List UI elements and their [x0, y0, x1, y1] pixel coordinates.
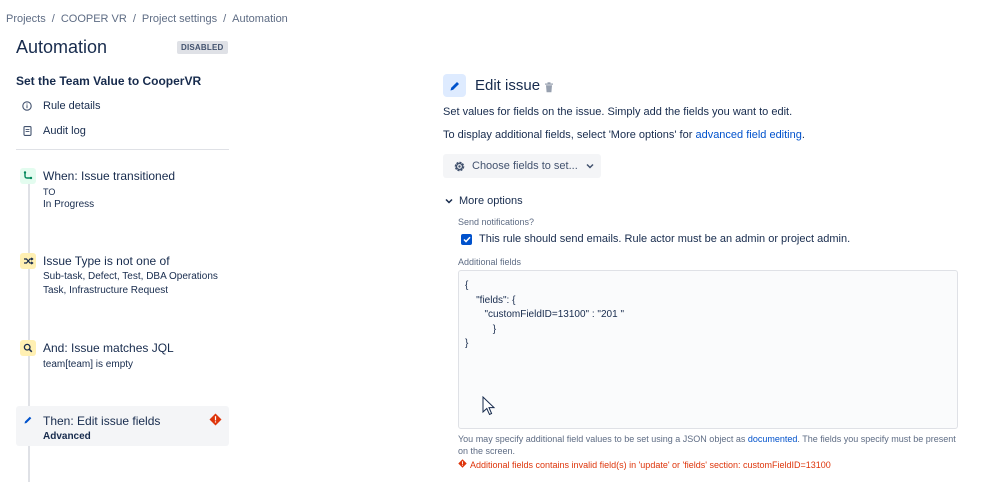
pencil-icon	[20, 412, 36, 428]
documented-link[interactable]: documented	[748, 434, 798, 444]
breadcrumb-project[interactable]: COOPER VR	[61, 13, 127, 25]
status-badge: DISABLED	[177, 41, 228, 54]
step-title: Then: Edit issue fields	[43, 414, 161, 428]
sidebar-item-label: Audit log	[43, 125, 86, 137]
advanced-field-editing-link[interactable]: advanced field editing	[695, 129, 801, 141]
send-notifications-label: Send notifications?	[458, 217, 535, 227]
step-action-edit-issue[interactable]: Then: Edit issue fields Advanced	[16, 406, 229, 446]
hint-text: To display additional fields, select 'Mo…	[443, 129, 696, 141]
gear-icon	[453, 160, 466, 173]
mouse-cursor-icon	[482, 395, 496, 421]
trash-icon[interactable]	[544, 80, 554, 93]
additional-fields-error: Additional fields contains invalid field…	[458, 459, 831, 470]
step-trigger[interactable]: When: Issue transitioned TO In Progress	[16, 168, 229, 212]
additional-fields-textarea[interactable]: { "fields": { "customFieldID=13100" : "2…	[458, 270, 958, 429]
sidebar-item-label: Rule details	[43, 100, 101, 112]
edit-issue-icon	[443, 74, 466, 97]
choose-fields-button[interactable]: Choose fields to set...	[443, 154, 601, 178]
editor-description: Set values for fields on the issue. Simp…	[443, 106, 793, 118]
page-title: Automation	[16, 37, 108, 57]
breadcrumb-separator: /	[223, 13, 227, 25]
document-icon	[22, 126, 32, 136]
search-icon	[20, 340, 36, 356]
error-icon	[458, 459, 467, 470]
step-detail: Advanced	[43, 431, 91, 442]
step-title: When: Issue transitioned	[43, 169, 176, 183]
step-detail: Sub-task, Defect, Test, DBA Operations	[43, 271, 218, 282]
chevron-down-icon	[445, 195, 453, 207]
sidebar-item-rule-details[interactable]: Rule details	[22, 100, 100, 112]
step-detail: team[team] is empty	[43, 359, 134, 370]
step-detail: In Progress	[43, 199, 95, 210]
sidebar-item-audit-log[interactable]: Audit log	[22, 125, 86, 137]
breadcrumb-separator: /	[132, 13, 136, 25]
shuffle-icon	[20, 253, 36, 269]
more-options-label: More options	[459, 195, 523, 207]
transition-icon	[20, 168, 36, 184]
step-title: Issue Type is not one of	[43, 254, 170, 268]
choose-fields-label: Choose fields to set...	[472, 160, 578, 172]
send-notifications-text: This rule should send emails. Rule actor…	[479, 233, 851, 245]
help-text: You may specify additional field values …	[458, 434, 748, 444]
chevron-down-icon	[586, 163, 594, 169]
additional-fields-help: You may specify additional field values …	[458, 433, 958, 457]
breadcrumb: Projects / COOPER VR / Project settings …	[6, 13, 288, 25]
editor-title: Edit issue	[475, 77, 541, 94]
error-message: Additional fields contains invalid field…	[470, 459, 831, 470]
info-icon	[22, 101, 32, 111]
breadcrumb-automation[interactable]: Automation	[232, 13, 288, 25]
step-condition-issue-type[interactable]: Issue Type is not one of Sub-task, Defec…	[16, 253, 229, 299]
hint-suffix: .	[801, 129, 805, 141]
breadcrumb-projects[interactable]: Projects	[6, 13, 46, 25]
sidebar-divider	[16, 149, 229, 150]
error-icon	[209, 413, 222, 431]
step-detail: TO	[43, 187, 56, 197]
send-notifications-checkbox[interactable]	[461, 233, 472, 245]
step-condition-jql[interactable]: And: Issue matches JQL team[team] is emp…	[16, 340, 229, 374]
additional-fields-label: Additional fields	[458, 257, 522, 267]
step-detail: Task, Infrastructure Request	[43, 285, 169, 296]
more-options-toggle[interactable]: More options	[445, 195, 523, 207]
editor-advanced-hint: To display additional fields, select 'Mo…	[443, 129, 805, 141]
breadcrumb-project-settings[interactable]: Project settings	[142, 13, 217, 25]
step-title: And: Issue matches JQL	[43, 341, 174, 355]
rule-name: Set the Team Value to CooperVR	[16, 74, 202, 88]
breadcrumb-separator: /	[51, 13, 55, 25]
send-notifications-row: This rule should send emails. Rule actor…	[461, 233, 850, 245]
